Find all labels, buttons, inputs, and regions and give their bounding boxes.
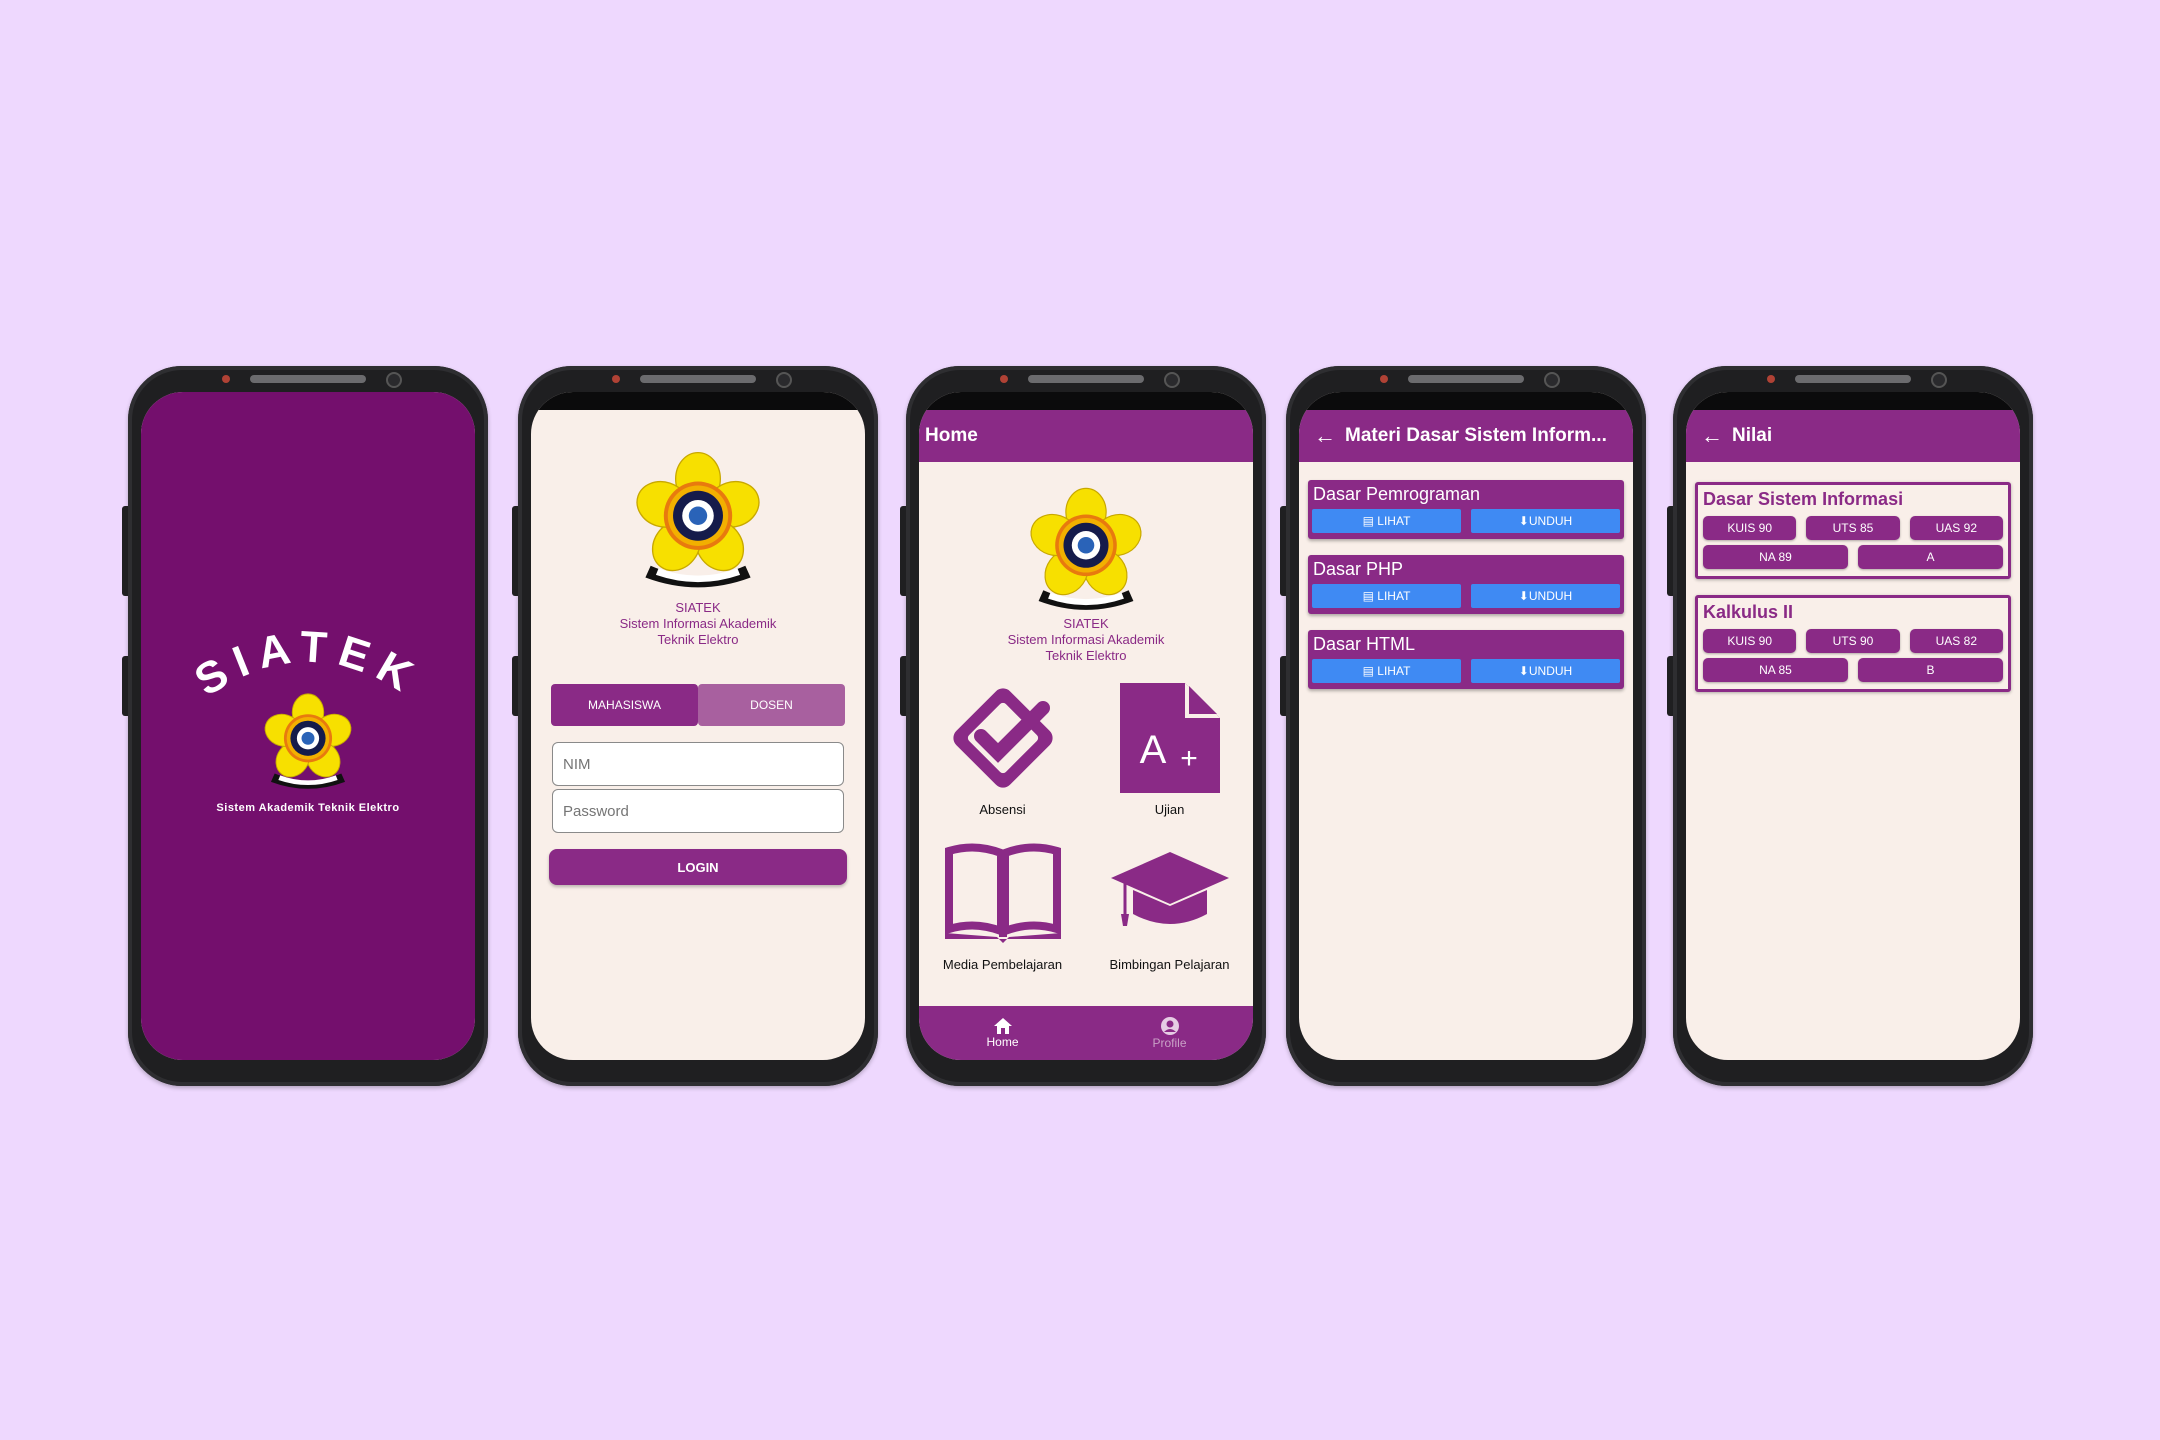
phone-splash: SIATEK Sistem Akademik Teknik Elektro <box>122 366 488 1086</box>
midterm-score: UTS 90 <box>1806 629 1900 653</box>
materi-screen: ← Materi Dasar Sistem Inform... Dasar Pe… <box>1299 392 1633 1060</box>
role-tabs: MAHASISWA DOSEN <box>551 684 845 726</box>
home-screen: Home SIATEK Sistem Informasi Akademik Te… <box>919 392 1253 1060</box>
splash-tagline: Sistem Akademik Teknik Elektro <box>216 802 400 814</box>
materi-appbar: ← Materi Dasar Sistem Inform... <box>1299 410 1633 462</box>
midterm-score: UTS 85 <box>1806 516 1900 540</box>
nilai-screen: ← Nilai Dasar Sistem Informasi KUIS 90 U… <box>1686 392 2020 1060</box>
page-title: Nilai <box>1732 425 1773 446</box>
course-title: Dasar Sistem Informasi <box>1703 489 1904 509</box>
open-book-icon <box>944 843 1061 943</box>
app-subtitle: Sistem Informasi Akademik <box>619 616 777 631</box>
menu-label: Bimbingan Pelajaran <box>1109 957 1230 972</box>
phone-login: SIATEK Sistem Informasi Akademik Teknik … <box>512 366 878 1086</box>
home-appbar: Home <box>919 410 1253 462</box>
university-seal-icon <box>1025 487 1147 611</box>
materi-card: Dasar Pemrograman ▤ LIHAT ⬇ UNDUH <box>1308 480 1624 539</box>
menu-bimbingan-pelajaran[interactable]: Bimbingan Pelajaran <box>1086 833 1253 988</box>
download-button[interactable]: ⬇ UNDUH <box>1471 509 1620 533</box>
menu-absensi[interactable]: Absensi <box>919 678 1086 833</box>
page-title: Materi Dasar Sistem Inform... <box>1345 425 1607 446</box>
grade-card: Dasar Sistem Informasi KUIS 90 UTS 85 UA… <box>1695 482 2011 579</box>
svg-text:+: + <box>1180 742 1198 775</box>
download-button[interactable]: ⬇ UNDUH <box>1471 584 1620 608</box>
login-button[interactable]: LOGIN <box>549 849 847 885</box>
download-label: UNDUH <box>1528 514 1573 528</box>
download-button[interactable]: ⬇ UNDUH <box>1471 659 1620 683</box>
university-seal-icon <box>260 693 356 790</box>
nim-input[interactable] <box>561 754 843 774</box>
password-input[interactable] <box>561 801 843 821</box>
tab-dosen[interactable]: DOSEN <box>698 684 845 726</box>
view-label: LIHAT <box>1377 514 1411 528</box>
checkbox-check-icon <box>952 688 1053 788</box>
document-icon: ▤ <box>1362 664 1374 678</box>
app-name: SIATEK <box>675 600 721 615</box>
quiz-score: KUIS 90 <box>1703 516 1797 540</box>
download-icon: ⬇ <box>1518 664 1529 678</box>
password-field[interactable] <box>552 789 844 833</box>
profile-icon <box>1160 1017 1179 1035</box>
nim-field[interactable] <box>552 742 844 786</box>
materi-title: Dasar HTML <box>1313 634 1416 654</box>
tab-mahasiswa[interactable]: MAHASISWA <box>551 684 698 726</box>
letter-grade: B <box>1858 658 2003 682</box>
view-label: LIHAT <box>1377 589 1411 603</box>
splash-screen: SIATEK Sistem Akademik Teknik Elektro <box>141 392 475 1060</box>
course-title: Kalkulus II <box>1703 602 1794 622</box>
materi-card: Dasar HTML ▤ LIHAT ⬇ UNDUH <box>1308 630 1624 689</box>
view-label: LIHAT <box>1377 664 1411 678</box>
nav-home[interactable]: Home <box>919 1006 1086 1060</box>
final-average: NA 85 <box>1703 658 1848 682</box>
nav-label: Home <box>986 1035 1019 1049</box>
menu-label: Media Pembelajaran <box>942 957 1063 972</box>
menu-label: Ujian <box>1154 802 1185 817</box>
grade-card: Kalkulus II KUIS 90 UTS 90 UAS 82 NA 85 … <box>1695 595 2011 692</box>
back-arrow-icon[interactable]: ← <box>1692 423 1732 449</box>
letter-grade: A <box>1858 545 2003 569</box>
nilai-appbar: ← Nilai <box>1686 410 2020 462</box>
login-screen: SIATEK Sistem Informasi Akademik Teknik … <box>531 392 865 1060</box>
final-average: NA 89 <box>1703 545 1848 569</box>
nav-profile[interactable]: Profile <box>1086 1006 1253 1060</box>
app-subtitle-2: Teknik Elektro <box>1045 648 1127 663</box>
university-seal-icon <box>630 451 766 589</box>
download-label: UNDUH <box>1528 589 1573 603</box>
bottom-navigation: Home Profile <box>919 1006 1253 1060</box>
nav-label: Profile <box>1152 1036 1187 1050</box>
quiz-score: KUIS 90 <box>1703 629 1797 653</box>
grade-document-icon: A + <box>1119 683 1220 793</box>
download-icon: ⬇ <box>1518 589 1529 603</box>
svg-text:SIATEK: SIATEK <box>187 622 430 702</box>
app-subtitle: Sistem Informasi Akademik <box>1007 632 1165 647</box>
download-icon: ⬇ <box>1518 514 1529 528</box>
back-arrow-icon[interactable]: ← <box>1305 423 1345 449</box>
document-icon: ▤ <box>1362 589 1374 603</box>
menu-label: Absensi <box>979 802 1026 817</box>
menu-media-pembelajaran[interactable]: Media Pembelajaran <box>919 833 1086 988</box>
splash-title: SIATEK <box>187 622 430 702</box>
materi-title: Dasar PHP <box>1313 559 1404 579</box>
menu-ujian[interactable]: A + Ujian <box>1086 678 1253 833</box>
document-icon: ▤ <box>1362 514 1374 528</box>
final-score: UAS 92 <box>1909 516 2003 540</box>
home-icon <box>993 1018 1012 1034</box>
materi-title: Dasar Pemrograman <box>1313 484 1481 504</box>
final-score: UAS 82 <box>1909 629 2003 653</box>
app-name: SIATEK <box>1063 616 1109 631</box>
view-button[interactable]: ▤ LIHAT <box>1312 659 1461 683</box>
download-label: UNDUH <box>1528 664 1573 678</box>
page-title: Home <box>925 425 978 446</box>
phone-home: Home SIATEK Sistem Informasi Akademik Te… <box>900 366 1266 1086</box>
app-subtitle-2: Teknik Elektro <box>657 632 739 647</box>
phone-nilai: ← Nilai Dasar Sistem Informasi KUIS 90 U… <box>1667 366 2033 1086</box>
materi-card: Dasar PHP ▤ LIHAT ⬇ UNDUH <box>1308 555 1624 614</box>
svg-text:A: A <box>1139 728 1166 772</box>
phone-materi: ← Materi Dasar Sistem Inform... Dasar Pe… <box>1280 366 1646 1086</box>
graduation-cap-icon <box>1110 852 1229 926</box>
view-button[interactable]: ▤ LIHAT <box>1312 584 1461 608</box>
view-button[interactable]: ▤ LIHAT <box>1312 509 1461 533</box>
